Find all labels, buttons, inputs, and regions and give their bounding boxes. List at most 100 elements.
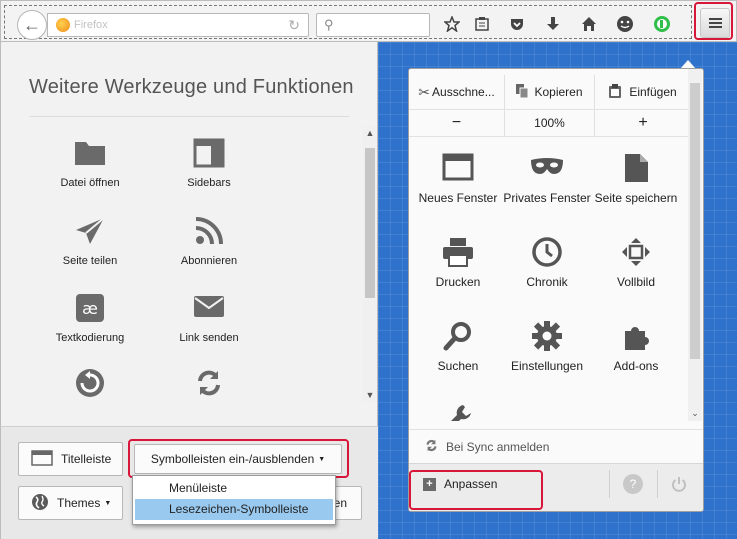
palette-item-sidebars[interactable]: Sidebars bbox=[149, 138, 269, 189]
palette-item-sync[interactable] bbox=[149, 368, 269, 407]
toolbars-label: Symbolleisten ein-/ausblenden bbox=[150, 452, 315, 466]
titlebar-label: Titelleiste bbox=[61, 452, 112, 466]
scroll-up-arrow[interactable]: ▲ bbox=[363, 128, 377, 138]
menu-item-label: Drucken bbox=[435, 275, 481, 289]
sync-signin-button[interactable]: Bei Sync anmelden bbox=[409, 429, 703, 463]
palette-item-share-page[interactable]: Seite teilen bbox=[30, 216, 150, 267]
menu-item-history[interactable]: Chronik bbox=[500, 237, 594, 289]
toolbars-dropdown-menu: Menüleiste Lesezeichen-Symbolleiste bbox=[132, 475, 336, 525]
search-input[interactable]: ⚲ bbox=[316, 13, 430, 37]
plus-icon: + bbox=[423, 477, 436, 491]
customize-label: Anpassen bbox=[444, 477, 498, 491]
hamburger-menu-icon bbox=[708, 16, 722, 30]
toolbars-dropdown-button[interactable]: Symbolleisten ein-/ausblenden ▼ bbox=[134, 444, 342, 474]
sync-label: Bei Sync anmelden bbox=[446, 439, 550, 454]
url-placeholder: Firefox bbox=[74, 19, 108, 31]
save-page-icon bbox=[619, 153, 653, 185]
url-bar[interactable]: Firefox ↻ bbox=[47, 13, 309, 37]
menu-item-label: Vollbild bbox=[616, 275, 656, 289]
zoom-in-button[interactable]: + bbox=[595, 110, 691, 136]
print-icon bbox=[441, 237, 475, 269]
scroll-down-arrow[interactable]: ▼ bbox=[363, 390, 377, 400]
menu-item-fullscreen[interactable]: Vollbild bbox=[589, 237, 683, 289]
palette-item-text-encoding[interactable]: æ Textkodierung bbox=[30, 293, 150, 344]
menu-item-addons[interactable]: Add-ons bbox=[589, 321, 683, 373]
paste-label: Einfügen bbox=[629, 85, 677, 99]
back-button[interactable]: ← bbox=[17, 10, 47, 40]
download-icon[interactable] bbox=[542, 13, 564, 35]
palette-item-email-link[interactable]: Link senden bbox=[149, 293, 269, 344]
fullscreen-icon bbox=[619, 237, 653, 269]
addons-puzzle-icon bbox=[619, 321, 653, 353]
menu-item-print[interactable]: Drucken bbox=[411, 237, 505, 289]
copy-icon bbox=[516, 83, 529, 101]
palette-scrollbar[interactable]: ▲ ▼ bbox=[363, 126, 377, 402]
zoom-out-button[interactable]: − bbox=[409, 110, 505, 136]
dropdown-caret-icon: ▼ bbox=[318, 455, 326, 463]
open-menu-button[interactable] bbox=[700, 8, 730, 38]
scissors-icon: ✂ bbox=[418, 83, 431, 100]
titlebar-toggle-button[interactable]: Titelleiste bbox=[18, 442, 123, 476]
settings-gear-icon bbox=[530, 321, 564, 353]
sidebar-icon bbox=[192, 138, 226, 170]
themes-dropdown-button[interactable]: Themes ▼ bbox=[18, 486, 123, 520]
palette-item-label: Link senden bbox=[179, 332, 239, 344]
reload-icon[interactable]: ↻ bbox=[288, 17, 300, 34]
menu-item-private-window[interactable]: Privates Fenster bbox=[500, 153, 594, 205]
palette-divider bbox=[29, 116, 349, 117]
palette-item-subscribe[interactable]: Abonnieren bbox=[149, 216, 269, 267]
panel-scroll-down-arrow[interactable]: ⌄ bbox=[688, 408, 702, 419]
copy-label: Kopieren bbox=[534, 85, 583, 99]
copy-button[interactable]: Kopieren bbox=[505, 75, 595, 109]
folder-icon bbox=[73, 138, 107, 170]
panel-scrollbar[interactable]: ⌄ bbox=[688, 69, 702, 421]
quit-power-icon[interactable] bbox=[669, 474, 689, 494]
menu-item-label: Chronik bbox=[526, 275, 568, 289]
menu-panel: ✂ Ausschne... Kopieren Einfügen − 100% +… bbox=[408, 68, 704, 512]
extension-icon[interactable] bbox=[651, 13, 673, 35]
bookmark-star-icon[interactable] bbox=[441, 13, 463, 35]
palette-item-history-back[interactable] bbox=[30, 368, 150, 407]
menu-bar-option[interactable]: Menüleiste bbox=[135, 478, 333, 499]
email-icon bbox=[192, 293, 226, 325]
search-icon: ⚲ bbox=[324, 17, 334, 32]
menu-item-find[interactable]: Suchen bbox=[411, 321, 505, 373]
sync-icon bbox=[192, 368, 226, 400]
history-clock-icon bbox=[530, 237, 564, 269]
palette-item-label: Sidebars bbox=[187, 177, 231, 189]
paste-button[interactable]: Einfügen bbox=[595, 75, 691, 109]
zoom-controls: − 100% + bbox=[409, 109, 691, 137]
find-icon bbox=[441, 321, 475, 353]
menu-item-developer[interactable] bbox=[411, 403, 505, 421]
pocket-icon[interactable] bbox=[506, 13, 528, 35]
navigation-toolbar: Firefox ↻ ← ⚲ bbox=[0, 0, 737, 42]
menu-item-settings[interactable]: Einstellungen bbox=[500, 321, 594, 373]
text-encoding-icon: æ bbox=[73, 293, 107, 325]
customize-button[interactable]: + Anpassen bbox=[423, 472, 497, 496]
emoji-icon[interactable] bbox=[614, 13, 636, 35]
rss-icon bbox=[192, 216, 226, 248]
reading-list-icon[interactable] bbox=[471, 13, 493, 35]
panel-scroll-thumb[interactable] bbox=[690, 83, 700, 359]
palette-item-open-file[interactable]: Datei öffnen bbox=[30, 138, 150, 189]
zoom-reset-button[interactable]: 100% bbox=[505, 110, 595, 136]
themes-globe-icon bbox=[31, 493, 49, 514]
help-icon[interactable]: ? bbox=[623, 474, 643, 494]
bookmarks-toolbar-option[interactable]: Lesezeichen-Symbolleiste bbox=[135, 499, 333, 520]
cut-button[interactable]: ✂ Ausschne... bbox=[409, 75, 505, 109]
menu-item-label: Privates Fenster bbox=[503, 191, 591, 205]
scroll-thumb[interactable] bbox=[365, 148, 375, 298]
share-icon bbox=[73, 216, 107, 248]
menu-item-new-window[interactable]: Neues Fenster bbox=[411, 153, 505, 205]
palette-item-label: Seite teilen bbox=[62, 255, 118, 267]
developer-wrench-icon bbox=[441, 403, 475, 421]
menu-item-save-page[interactable]: Seite speichern bbox=[589, 153, 683, 205]
menu-panel-footer: + Anpassen ? bbox=[409, 463, 703, 511]
customize-palette: Weitere Werkzeuge und Funktionen Datei ö… bbox=[0, 42, 378, 426]
home-icon[interactable] bbox=[578, 13, 600, 35]
sync-icon bbox=[425, 439, 438, 455]
palette-item-label: Abonnieren bbox=[180, 255, 238, 267]
svg-text:æ: æ bbox=[82, 299, 98, 318]
footer-divider bbox=[609, 470, 610, 498]
edit-controls: ✂ Ausschne... Kopieren Einfügen bbox=[409, 75, 691, 109]
